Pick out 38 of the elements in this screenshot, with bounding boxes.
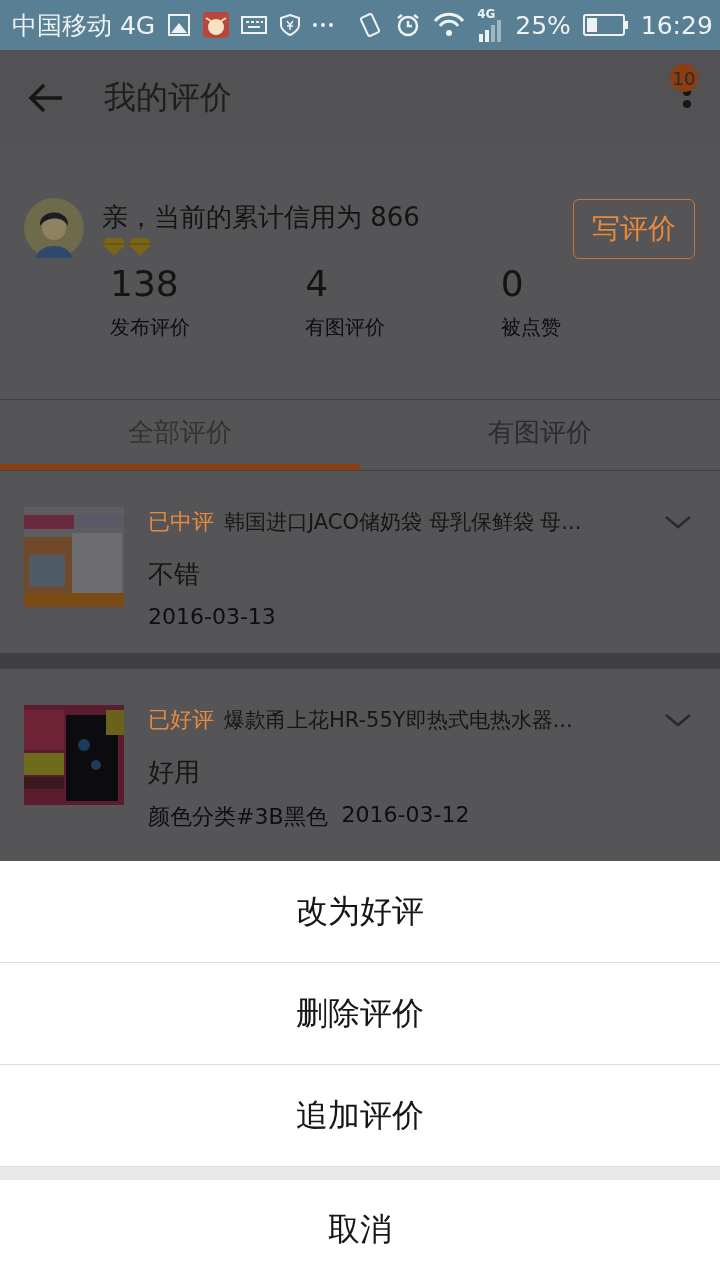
sheet-action[interactable]: 删除评价 xyxy=(0,963,720,1065)
rating-status: 已中评 xyxy=(148,508,214,536)
product-title: 韩国进口JACO储奶袋 母乳保鲜袋 母... xyxy=(224,509,583,536)
shield-icon xyxy=(279,13,302,37)
carrier-text: 中国移动 4G xyxy=(12,9,156,42)
stat-label: 被点赞 xyxy=(500,314,562,341)
product-title: 爆款甬上花HR-55Y即热式电热水器... xyxy=(224,707,574,734)
review-comment: 好用 xyxy=(148,756,201,789)
diamond-icon xyxy=(102,236,126,257)
cow-app-icon xyxy=(203,12,230,38)
credit-text: 亲，当前的累计信用为 866 xyxy=(102,200,421,234)
sheet-action[interactable]: 改为好评 xyxy=(0,861,720,963)
network-text: 4G xyxy=(477,8,496,20)
chevron-down-icon xyxy=(664,713,692,727)
signal-icon xyxy=(477,20,504,42)
wifi-icon xyxy=(433,12,466,38)
more-icon xyxy=(313,23,334,27)
battery-icon xyxy=(582,14,629,36)
chevron-down-icon xyxy=(664,515,692,529)
stat-value: 138 xyxy=(110,263,180,304)
stat-label: 有图评价 xyxy=(305,314,387,341)
rating-status: 已好评 xyxy=(148,706,214,734)
review-date: 2016-03-12 xyxy=(341,802,470,829)
avatar-icon xyxy=(24,198,84,258)
sheet-action[interactable]: 追加评价 xyxy=(0,1065,720,1167)
image-icon xyxy=(167,13,192,37)
product-variant: 颜色分类#3B黑色 xyxy=(148,803,328,831)
clock-text: 16:29 xyxy=(640,10,713,40)
notification-badge: 10 xyxy=(670,64,698,92)
stat-label: 发布评价 xyxy=(110,314,191,341)
diamond-icon xyxy=(128,236,152,257)
review-date: 2016-03-13 xyxy=(148,604,276,629)
keyboard-icon xyxy=(241,13,268,37)
cancel-button[interactable]: 取消 xyxy=(0,1180,720,1280)
review-comment: 不错 xyxy=(148,558,201,591)
stat-value: 0 xyxy=(500,263,525,304)
battery-percent: 25% xyxy=(515,10,571,40)
stat-value: 4 xyxy=(305,263,330,304)
